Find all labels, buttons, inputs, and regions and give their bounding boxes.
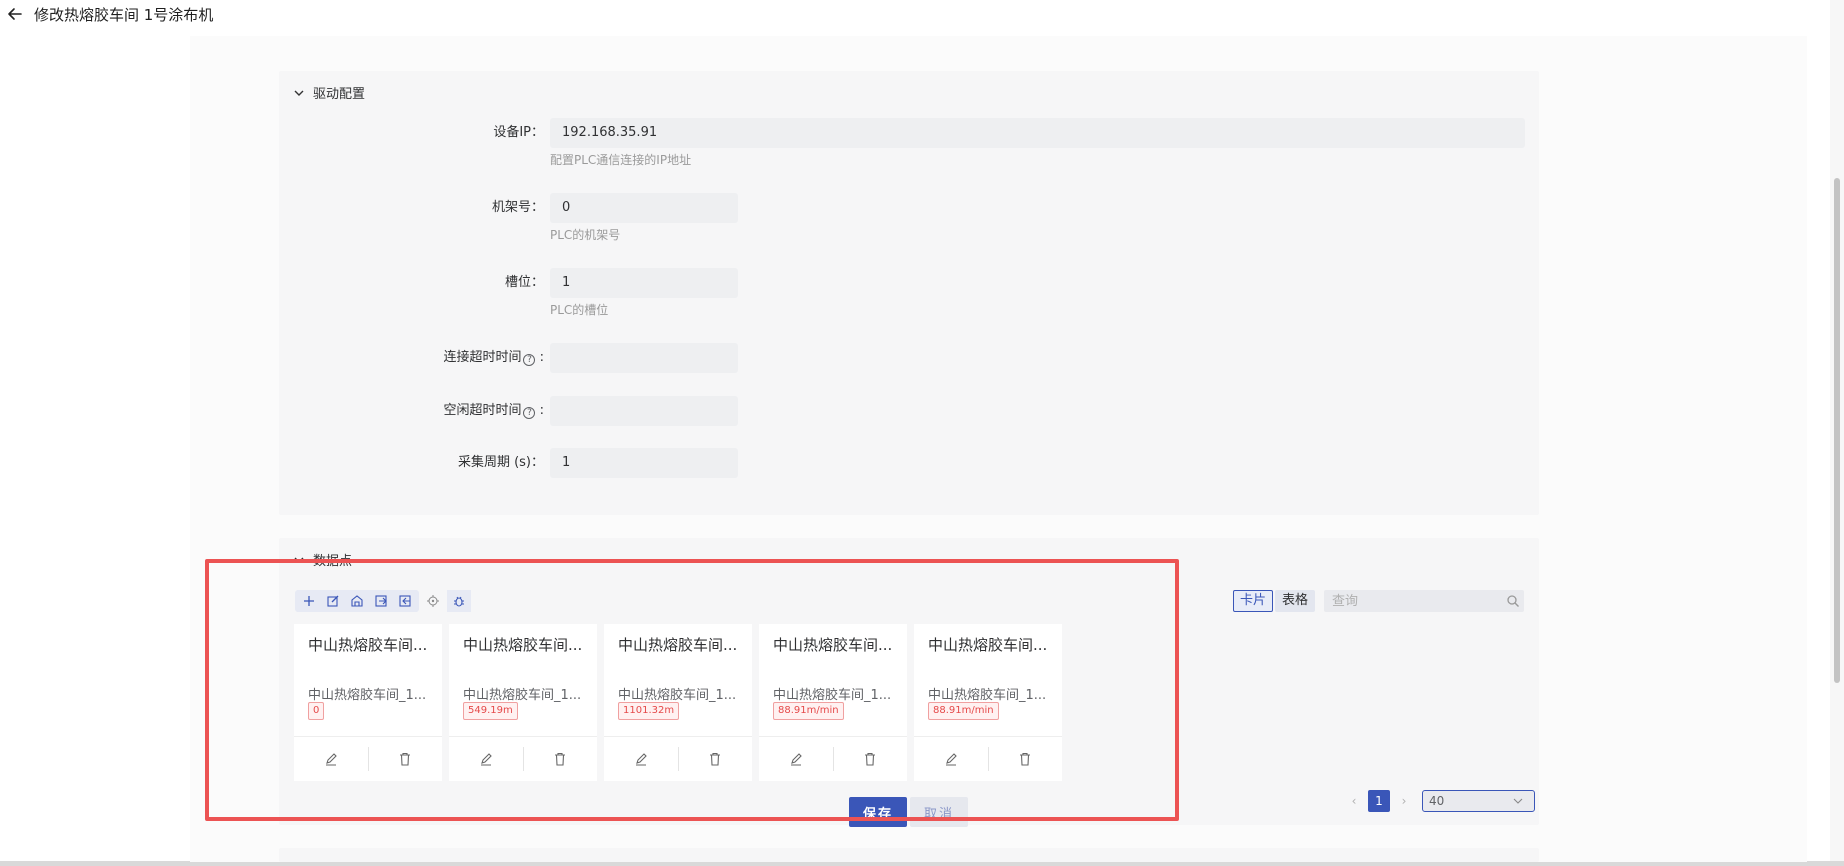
page-title: 修改热熔胶车间 1号涂布机	[34, 6, 214, 24]
delete-trash-icon[interactable]	[677, 747, 753, 771]
debug-bug-icon[interactable]	[447, 590, 471, 612]
card-title: 中山热熔胶车间...	[618, 636, 738, 654]
field-label: 空闲超时时间? :	[443, 403, 544, 419]
page: 修改热熔胶车间 1号涂布机 驱动配置 设备IP： 192.168.35.91 配…	[0, 0, 1844, 866]
card-view-toggle[interactable]: 卡片	[1233, 590, 1274, 612]
pagination: ‹ 1 › 40	[1346, 790, 1535, 812]
help-icon[interactable]: ?	[523, 407, 536, 419]
search-input[interactable]	[1324, 590, 1494, 612]
search-icon[interactable]	[1506, 594, 1520, 608]
data-point-card[interactable]: 中山热熔胶车间... 中山热熔胶车间_1... 0	[294, 624, 442, 781]
edit-pencil-icon[interactable]	[604, 747, 678, 771]
delete-trash-icon[interactable]	[522, 747, 598, 771]
delete-trash-icon[interactable]	[832, 747, 908, 771]
prev-page-icon[interactable]: ‹	[1346, 792, 1362, 810]
field-label: 槽位：	[504, 275, 544, 290]
field-label: 机架号：	[491, 200, 544, 215]
form-footer: 保存 取消	[849, 797, 968, 827]
value-badge: 1101.32m	[618, 702, 680, 720]
data-point-card[interactable]: 中山热熔胶车间... 中山热熔胶车间_1... 88.91m/min	[914, 624, 1062, 781]
add-icon[interactable]	[297, 590, 321, 612]
chevron-down-icon	[294, 557, 304, 563]
card-actions	[604, 736, 752, 781]
driver-config-section: 驱动配置 设备IP： 192.168.35.91 配置PLC通信连接的IP地址 …	[279, 71, 1539, 515]
back-arrow-icon[interactable]	[4, 3, 26, 25]
page-number[interactable]: 1	[1368, 790, 1390, 812]
section-title: 数据点	[313, 554, 353, 569]
scrollbar-thumb[interactable]	[1834, 178, 1840, 683]
page-size-value: 40	[1429, 794, 1445, 808]
card-subtitle: 中山热熔胶车间_1...	[618, 688, 737, 703]
value-badge: 0	[308, 702, 325, 720]
field-label-text: 空闲超时时间	[443, 403, 522, 418]
ip-input[interactable]: 192.168.35.91	[550, 118, 1525, 148]
points-toolbar	[295, 590, 471, 612]
points-search	[1324, 590, 1524, 612]
idle-timeout-input[interactable]	[550, 396, 738, 426]
edit-pencil-icon[interactable]	[294, 747, 368, 771]
card-actions	[449, 736, 597, 781]
delete-trash-icon[interactable]	[367, 747, 443, 771]
building-icon[interactable]	[345, 590, 369, 612]
next-section	[279, 848, 1539, 862]
delete-trash-icon[interactable]	[987, 747, 1063, 771]
card-subtitle: 中山热熔胶车间_1...	[773, 688, 892, 703]
next-page-icon[interactable]: ›	[1396, 792, 1412, 810]
value-badge: 88.91m/min	[928, 702, 999, 720]
card-actions	[294, 736, 442, 781]
card-actions	[759, 736, 907, 781]
data-point-card[interactable]: 中山热熔胶车间... 中山热熔胶车间_1... 1101.32m	[604, 624, 752, 781]
slot-input[interactable]: 1	[550, 268, 738, 298]
field-help: 配置PLC通信连接的IP地址	[550, 153, 692, 167]
field-help: PLC的槽位	[550, 303, 609, 317]
field-label: 设备IP：	[493, 125, 544, 140]
import-icon[interactable]	[369, 590, 393, 612]
view-toggle: 卡片 表格	[1233, 590, 1316, 612]
field-label: 采集周期 (s)：	[457, 455, 544, 470]
export-icon[interactable]	[393, 590, 417, 612]
field-label-text: 连接超时时间	[443, 350, 522, 365]
data-point-card[interactable]: 中山热熔胶车间... 中山热熔胶车间_1... 549.19m	[449, 624, 597, 781]
section-title: 驱动配置	[313, 87, 366, 102]
card-subtitle: 中山热熔胶车间_1...	[463, 688, 582, 703]
edit-pencil-icon[interactable]	[449, 747, 523, 771]
points-section-header[interactable]: 数据点	[293, 550, 352, 569]
table-view-toggle[interactable]: 表格	[1275, 590, 1316, 612]
edit-pencil-icon[interactable]	[914, 747, 988, 771]
locate-icon[interactable]	[421, 590, 445, 612]
rack-input[interactable]: 0	[550, 193, 738, 223]
data-points-section: 数据点 卡片 表格 查询 中山热熔胶车间... 中山热熔胶车间_1... 0 中…	[279, 538, 1539, 825]
card-title: 中山热熔胶车间...	[463, 636, 583, 654]
edit-icon[interactable]	[321, 590, 345, 612]
chevron-down-icon	[294, 90, 304, 96]
save-button[interactable]: 保存	[849, 797, 907, 827]
connect-timeout-input[interactable]	[550, 343, 738, 373]
card-title: 中山热熔胶车间...	[773, 636, 893, 654]
scrollbar[interactable]	[1830, 0, 1844, 862]
toolbar-group	[295, 590, 419, 612]
period-input[interactable]: 1	[550, 448, 738, 478]
driver-section-header[interactable]: 驱动配置	[293, 83, 365, 102]
field-label: 连接超时时间? :	[443, 350, 544, 366]
data-point-cards: 中山热熔胶车间... 中山热熔胶车间_1... 0 中山热熔胶车间... 中山热…	[294, 624, 1062, 781]
card-subtitle: 中山热熔胶车间_1...	[928, 688, 1047, 703]
value-badge: 549.19m	[463, 702, 518, 720]
field-help: PLC的机架号	[550, 228, 621, 242]
help-icon[interactable]: ?	[523, 354, 536, 366]
data-point-card[interactable]: 中山热熔胶车间... 中山热熔胶车间_1... 88.91m/min	[759, 624, 907, 781]
card-actions	[914, 736, 1062, 781]
edit-pencil-icon[interactable]	[759, 747, 833, 771]
card-title: 中山热熔胶车间...	[308, 636, 428, 654]
page-size-select[interactable]: 40	[1422, 790, 1535, 812]
value-badge: 88.91m/min	[773, 702, 844, 720]
card-title: 中山热熔胶车间...	[928, 636, 1048, 654]
card-subtitle: 中山热熔胶车间_1...	[308, 688, 427, 703]
cancel-button[interactable]: 取消	[910, 797, 968, 827]
chevron-down-icon	[1513, 798, 1523, 804]
